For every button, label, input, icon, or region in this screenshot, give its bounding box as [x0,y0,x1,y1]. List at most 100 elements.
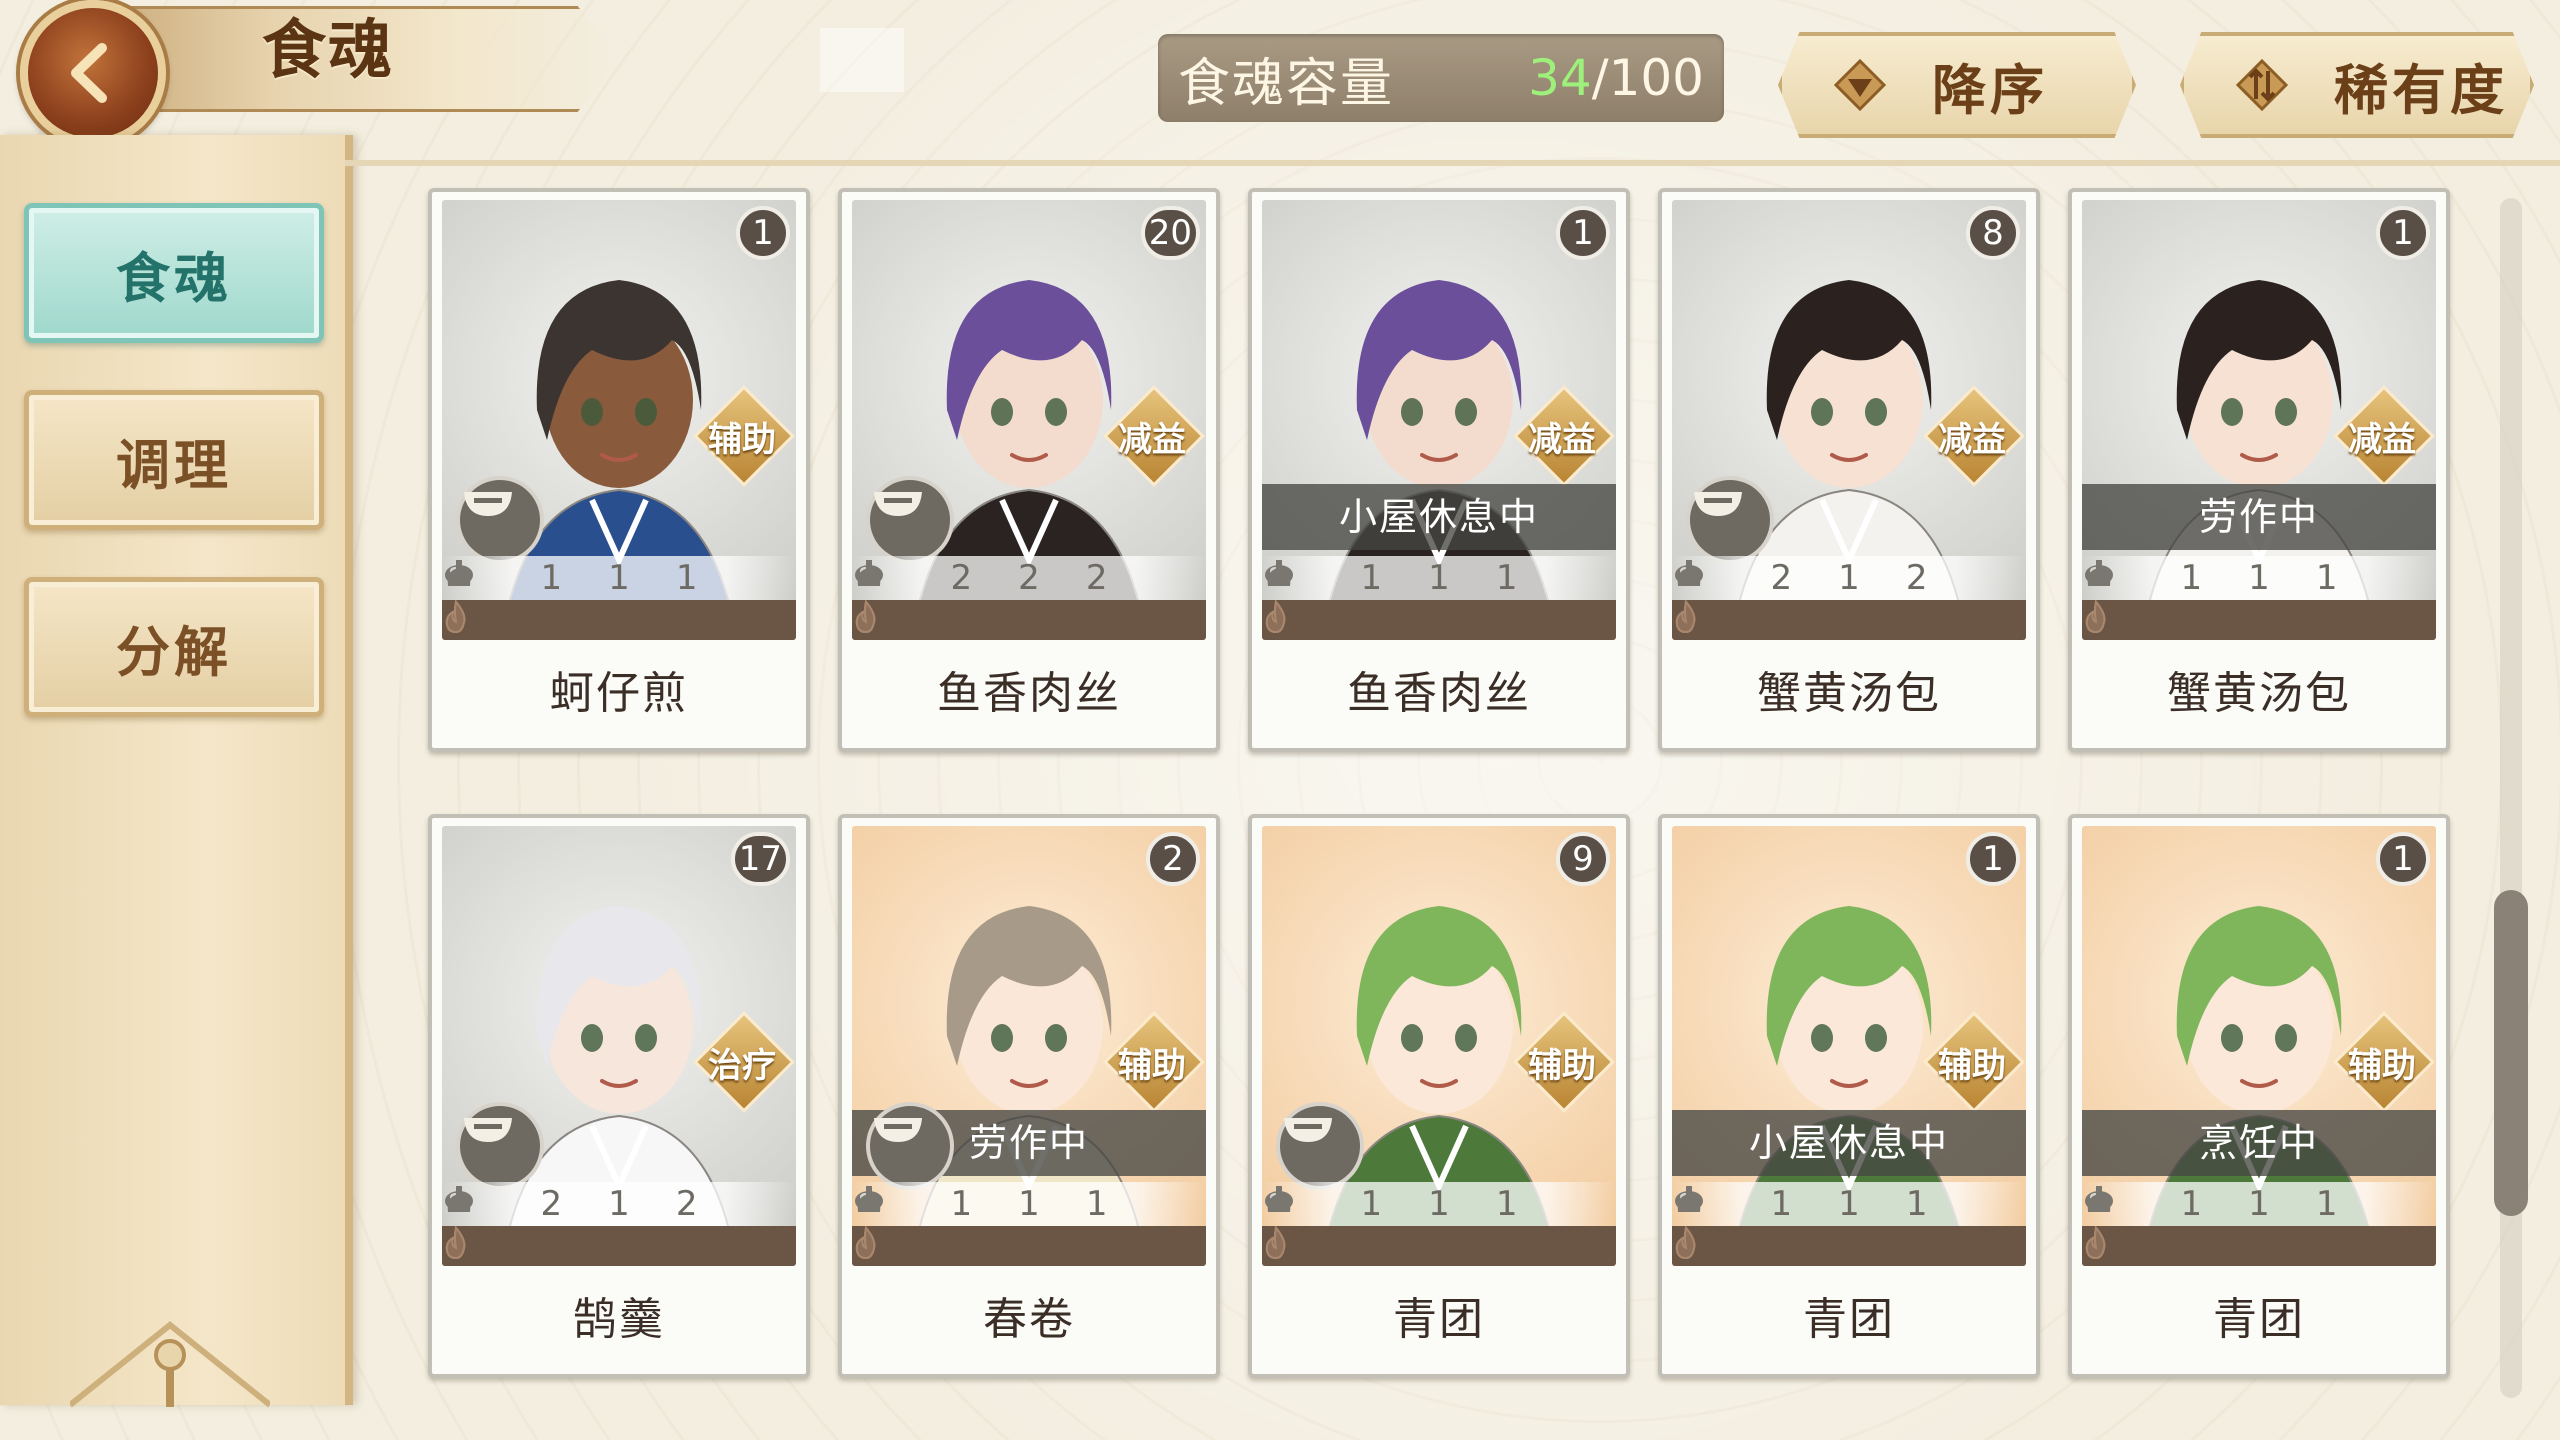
stats-row: 1 1 1 [852,1182,1206,1226]
sort-order-label: 降序 [1932,58,2048,122]
foodsoul-card[interactable]: 1 减益 小屋休息中 1 1 1 鱼香肉丝 [1248,188,1630,752]
role-label: 治疗 [708,1046,776,1086]
sidebar-item-cook[interactable]: 调理 [24,390,324,530]
foodsoul-card[interactable]: 20 减益 2 2 2 鱼香肉丝 [838,188,1220,752]
role-label: 辅助 [1118,1046,1186,1086]
flame-icon [855,600,1007,637]
flame-icon [2085,1226,2237,1263]
flame-icon [445,600,561,637]
flame-icon [1675,600,1935,637]
bowl-icon[interactable] [456,476,544,564]
foodsoul-card[interactable]: 1 辅助 1 1 1 蚵仔煎 [428,188,810,752]
scrollbar-thumb[interactable] [2494,890,2528,1216]
card-art: 1 辅助 小屋休息中 1 1 1 [1672,826,2026,1266]
card-name: 鹄羹 [573,1294,665,1345]
defense-value: 1 [608,558,630,598]
card-art: 1 减益 劳作中 1 1 1 [2082,200,2436,640]
capacity-current: 34 [1528,49,1592,107]
fist-icon [855,561,1012,595]
ornament-decoration [70,1321,270,1408]
sort-order-button[interactable]: 降序 [1778,32,2136,138]
bowl-icon[interactable] [1686,476,1774,564]
flame-icon [2085,1226,2273,1263]
back-button[interactable] [20,0,166,146]
fist-icon [2085,1187,2242,1221]
teapot-icon [1267,1186,1490,1221]
foodsoul-card[interactable]: 1 减益 劳作中 1 1 1 蟹黄汤包 [2068,188,2450,752]
flame-icon [1675,1226,1863,1263]
attack-value: 1 [950,1184,973,1224]
count-badge: 2 [1146,832,1200,886]
status-banner: 烹饪中 [2082,1110,2436,1176]
card-art: 1 辅助 1 1 1 [442,200,796,640]
fist-icon [445,561,602,595]
card-name: 鱼香肉丝 [937,668,1121,719]
star-rating [852,600,1206,640]
flame-icon [1265,600,1453,637]
flame-icon [1675,1226,1935,1263]
foodsoul-card[interactable]: 1 辅助 小屋休息中 1 1 1 青团 [1658,814,2040,1378]
card-name: 蚵仔煎 [550,668,688,719]
status-banner: 小屋休息中 [1262,484,1616,550]
flame-icon [445,1226,705,1263]
flame-icon [1675,1226,1827,1263]
attack-value: 1 [540,558,563,598]
bowl-icon[interactable] [1276,1102,1364,1190]
card-art: 2 辅助 劳作中 1 1 1 [852,826,1206,1266]
content-top-divider [345,160,2560,166]
card-art: 1 辅助 烹饪中 1 1 1 [2082,826,2436,1266]
bowl-icon[interactable] [866,476,954,564]
role-tag: 辅助 [1103,1011,1205,1113]
foodsoul-card[interactable]: 17 治疗 2 1 2 鹄羹 [428,814,810,1378]
flame-icon [2085,600,2237,637]
card-name: 青团 [1803,1294,1895,1345]
flame-icon [2085,600,2273,637]
teapot-icon [2087,1186,2310,1221]
card-art: 1 减益 小屋休息中 1 1 1 [1262,200,1616,640]
defense-value: 1 [1018,1184,1040,1224]
card-name: 鱼香肉丝 [1347,668,1531,719]
foodsoul-card[interactable]: 1 辅助 烹饪中 1 1 1 青团 [2068,814,2450,1378]
count-badge: 20 [1140,206,1200,260]
teapot-icon [447,560,670,595]
health-value: 1 [1905,1184,1928,1224]
flame-icon [855,600,971,637]
flame-icon [1675,1226,1899,1263]
health-value: 1 [1495,1184,1518,1224]
flame-icon [445,1226,633,1263]
flame-icon [445,1226,561,1263]
role-label: 辅助 [1528,1046,1596,1086]
card-name: 蟹黄汤包 [2167,668,2351,719]
card-name: 春卷 [983,1294,1075,1345]
foodsoul-card[interactable]: 9 辅助 1 1 1 青团 [1248,814,1630,1378]
status-banner: 劳作中 [2082,484,2436,550]
role-tag: 治疗 [693,1011,795,1113]
stats-row: 2 2 2 [852,556,1206,600]
sidebar-item-decompose[interactable]: 分解 [24,577,324,717]
attack-value: 1 [1360,558,1383,598]
stats-row: 2 1 2 [442,1182,796,1226]
sidebar-item-foodsoul[interactable]: 食魂 [24,203,324,343]
teapot-icon [1677,560,1900,595]
defense-value: 1 [608,1184,630,1224]
teapot-icon [857,1186,1080,1221]
scrollbar-track[interactable] [2500,198,2522,1398]
fist-icon [855,1187,1012,1221]
role-label: 减益 [1528,420,1596,460]
card-art: 17 治疗 2 1 2 [442,826,796,1266]
capacity-separator: / [1591,49,1609,107]
flame-icon [1265,1226,1417,1263]
role-tag: 减益 [1513,385,1615,487]
flame-icon [855,1226,1079,1263]
foodsoul-card[interactable]: 2 辅助 劳作中 1 1 1 春卷 [838,814,1220,1378]
role-label: 辅助 [1938,1046,2006,1086]
bowl-icon[interactable] [866,1102,954,1190]
role-tag: 辅助 [1923,1011,2025,1113]
capacity-max: 100 [1608,49,1704,107]
health-value: 1 [675,558,698,598]
sort-rarity-button[interactable]: 稀有度 [2180,32,2534,138]
count-badge: 8 [1966,206,2020,260]
foodsoul-card[interactable]: 8 减益 2 1 2 蟹黄汤包 [1658,188,2040,752]
flame-icon [2085,1226,2309,1263]
bowl-icon[interactable] [456,1102,544,1190]
